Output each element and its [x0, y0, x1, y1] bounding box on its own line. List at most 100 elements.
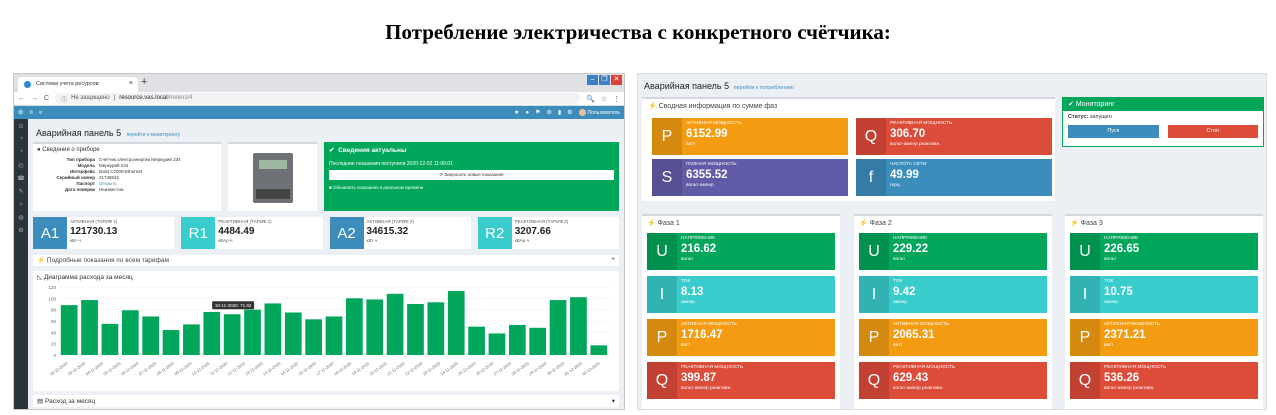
monitoring-link[interactable]: перейти к мониторингу — [127, 132, 180, 138]
collapse-icon[interactable]: ▾ — [612, 397, 615, 405]
device-value: Неизвестна — [99, 187, 124, 192]
user-label: Пользователь — [587, 109, 620, 116]
x-tick-label: 30-11-2020 — [546, 360, 566, 376]
start-button[interactable]: Пуск — [1068, 125, 1159, 138]
page-title-text: Аварийная панель 5 — [36, 128, 122, 138]
phase-metric-unit: ампер — [893, 299, 907, 305]
summary-metric-info: ЧАСТОТА СЕТИ 49.99 герц — [886, 159, 930, 196]
phase-metric-icon: I — [859, 276, 889, 313]
chart-bar — [468, 326, 485, 355]
x-tick-label: 27-11-2020 — [493, 360, 513, 376]
details-panel-header[interactable]: ⚡ Подробные показания по всем тарифам + — [33, 255, 619, 266]
page-title: Аварийная панель 5 перейти к мониторингу — [36, 128, 619, 138]
forward-icon[interactable]: → — [31, 95, 38, 102]
x-tick-label: 16-11-2020 — [297, 360, 317, 376]
phase-metric-value: 2371.21 — [1104, 328, 1146, 341]
sidebar-item-meters-icon[interactable]: ◔ — [14, 136, 28, 145]
phase-header: ⚡ Фаза 1 — [647, 219, 835, 227]
hamburger-icon[interactable]: ≡ — [29, 110, 33, 116]
request-readings-button[interactable]: ⟳ Запросить новые показания — [329, 170, 614, 180]
minimize-icon[interactable]: – — [587, 75, 598, 85]
restore-icon[interactable]: ❐ — [599, 75, 610, 85]
phase-metric-label: АКТИВНАЯ МОЩНОСТЬ — [1104, 322, 1160, 327]
close-tab-icon[interactable]: × — [129, 80, 133, 87]
sitemap-icon[interactable]: ⚙ — [546, 109, 551, 116]
x-tick-label: 22-11-2020 — [404, 360, 424, 376]
sidebar-item-history-icon[interactable]: ◴ — [14, 162, 28, 171]
summary-metric-info: АКТИВНАЯ МОЩНОСТЬ 6152.99 ватт — [682, 118, 746, 155]
settings-icon[interactable]: ⚙ — [567, 109, 572, 116]
bolt-icon: ⚡ — [37, 257, 46, 264]
x-tick-label: 14-11-2020 — [262, 360, 282, 376]
consumption-link[interactable]: перейти к потреблению — [734, 85, 794, 91]
back-icon[interactable]: ← — [18, 95, 25, 102]
tariff-icon: R1 — [181, 217, 216, 249]
tariff-box: R1 РЕАКТИВНАЯ (ТАРИФ 1) 4484.49 кВАр·ч — [181, 217, 323, 249]
check-icon: ✔ — [1068, 101, 1074, 108]
chart-bar — [346, 298, 363, 355]
tariff-row: A1 АКТИВНАЯ (ТАРИФ 1) 121730.13 кВт·ч R1 РЕАК… — [33, 217, 619, 249]
y-tick-label: 60 — [51, 319, 57, 324]
phase-metric: U НАПРЯЖЕНИЕ 229.22 вольт — [859, 233, 1047, 270]
realtime-label: Обновлять показания в реальном времени — [332, 185, 424, 190]
tariff-value: 34615.32 — [366, 226, 409, 237]
meter-image — [228, 142, 317, 211]
tariff-box: R2 РЕАКТИВНАЯ (ТАРИФ 2) 3207.66 кВАр·ч — [477, 217, 619, 249]
new-tab-button[interactable]: + — [141, 76, 147, 88]
back-arrows-icon[interactable]: « — [39, 110, 42, 116]
sidebar-item-reports-icon[interactable]: ◔ — [14, 149, 28, 158]
sidebar-item-phone-icon[interactable]: ☎ — [14, 175, 28, 184]
phase-metric-unit: вольт-ампер реактивн. — [681, 385, 732, 391]
phase-metric-label: РЕАКТИВНАЯ МОЩНОСТЬ — [893, 365, 956, 370]
tariff-value: 4484.49 — [218, 226, 255, 237]
summary-metric: P АКТИВНАЯ МОЩНОСТЬ 6152.99 ватт — [652, 118, 848, 155]
sidebar-item-edit-icon[interactable]: ✎ — [14, 188, 28, 197]
expand-icon[interactable]: + — [611, 256, 615, 265]
summary-metric-icon: f — [856, 159, 886, 196]
chart-bar — [407, 304, 424, 355]
user-circle-icon[interactable]: ● — [525, 110, 529, 116]
sidebar-item-dashboard-icon[interactable]: ⊙ — [14, 123, 28, 132]
phase-metric-label: НАПРЯЖЕНИЕ — [681, 236, 716, 241]
browser-tab[interactable]: Система учета ресурсов × — [18, 77, 138, 92]
x-tick-label: 19-11-2020 — [351, 360, 371, 376]
device-info-box: ● Сведения о приборе Тип прибора Счётчик … — [33, 142, 221, 211]
sidebar-item-globe-icon[interactable]: ◍ — [14, 214, 28, 223]
phase-stack: U НАПРЯЖЕНИЕ 216.62 вольт I ТОК 8.13 ампер P АКТИ… — [647, 233, 835, 399]
stop-button[interactable]: Стоп — [1167, 125, 1258, 138]
phase-metric-label: РЕАКТИВНАЯ МОЩНОСТЬ — [681, 365, 744, 370]
phase-stack: U НАПРЯЖЕНИЕ 229.22 вольт I ТОК 9.42 ампер P АКТИ… — [859, 233, 1047, 399]
phase-name: Фаза 2 — [869, 220, 892, 227]
user-menu[interactable]: Пользователь — [578, 109, 620, 116]
y-tick-label: 100 — [48, 296, 56, 301]
url-path: /meters/4 — [167, 95, 193, 101]
tariff-info: РЕАКТИВНАЯ (ТАРИФ 2) 3207.66 кВАр·ч — [512, 217, 571, 249]
url-input[interactable]: ⓘ Не защищено | resource.vas.local/meter… — [55, 93, 580, 104]
tariff-unit: кВАр·ч — [514, 238, 529, 243]
y-tick-label: 40 — [51, 330, 57, 335]
zoom-icon[interactable]: 🔍 — [586, 95, 595, 103]
star-icon[interactable]: ★ — [514, 109, 519, 116]
tariff-icon: A2 — [329, 217, 364, 249]
reload-icon[interactable]: C — [44, 95, 49, 102]
phase-metric: Q РЕАКТИВНАЯ МОЩНОСТЬ 629.43 вольт-ампер ре… — [859, 362, 1047, 399]
monitoring-header: Мониторинг — [1075, 101, 1115, 108]
close-window-icon[interactable]: ✕ — [611, 75, 622, 85]
flag-icon[interactable]: ⚑ — [535, 109, 540, 116]
x-tick-label: 15-11-2020 — [280, 360, 300, 376]
realtime-checkbox[interactable]: ■ Обновлять показания в реальном времени — [329, 185, 614, 190]
sidebar-item-filter-icon[interactable]: ▿ — [14, 201, 28, 210]
summary-metric-unit: герц — [890, 182, 900, 188]
phase-metric-value: 399.87 — [681, 371, 717, 384]
refresh-icon: ⟳ — [439, 172, 444, 177]
x-tick-label: 17-11-2020 — [315, 360, 335, 376]
bookmark-star-icon[interactable]: ☆ — [601, 95, 607, 103]
month-panel-header[interactable]: ▤ Расход за месяц ▾ — [33, 395, 619, 407]
monitoring-status: Статус: запущен — [1063, 111, 1263, 123]
phase-metric-label: ТОК — [681, 279, 691, 284]
x-tick-label: 23-11-2020 — [422, 360, 442, 376]
menu-icon[interactable]: ⋮ — [613, 95, 620, 103]
chart-icon[interactable]: ▮ — [558, 109, 561, 116]
sidebar-item-settings-icon[interactable]: ⚙ — [14, 227, 28, 236]
x-tick-label: 29-11-2020 — [528, 360, 548, 376]
